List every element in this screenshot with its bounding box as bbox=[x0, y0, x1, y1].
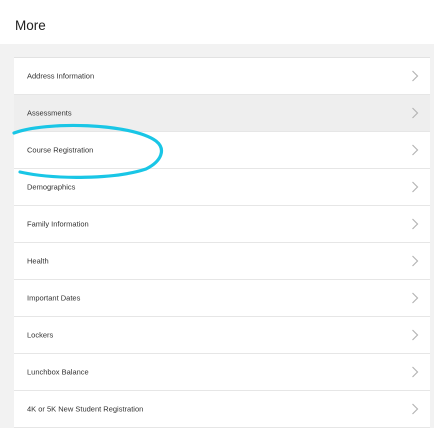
menu-item-label: Lockers bbox=[27, 330, 54, 340]
chevron-right-icon bbox=[411, 144, 419, 156]
menu-item-label: Demographics bbox=[27, 182, 76, 192]
menu-item-lunchbox-balance[interactable]: Lunchbox Balance bbox=[14, 354, 430, 391]
chevron-right-icon bbox=[411, 107, 419, 119]
menu-item-course-registration[interactable]: Course Registration bbox=[14, 132, 430, 169]
menu-item-label: 4K or 5K New Student Registration bbox=[27, 404, 144, 414]
page-title: More bbox=[15, 18, 46, 33]
chevron-right-icon bbox=[411, 255, 419, 267]
chevron-right-icon bbox=[411, 403, 419, 415]
top-bar: More bbox=[0, 0, 434, 44]
chevron-right-icon bbox=[411, 218, 419, 230]
menu-item-health[interactable]: Health bbox=[14, 243, 430, 280]
chevron-right-icon bbox=[411, 292, 419, 304]
chevron-right-icon bbox=[411, 181, 419, 193]
menu-item-lockers[interactable]: Lockers bbox=[14, 317, 430, 354]
menu-item-demographics[interactable]: Demographics bbox=[14, 169, 430, 206]
menu-item-label: Assessments bbox=[27, 108, 72, 118]
chevron-right-icon bbox=[411, 366, 419, 378]
chevron-right-icon bbox=[411, 70, 419, 82]
menu-item-family-information[interactable]: Family Information bbox=[14, 206, 430, 243]
menu-item-assessments[interactable]: Assessments bbox=[14, 95, 430, 132]
menu-item-label: Health bbox=[27, 256, 49, 266]
menu-item-label: Family Information bbox=[27, 219, 89, 229]
menu-item-important-dates[interactable]: Important Dates bbox=[14, 280, 430, 317]
menu-item-label: Course Registration bbox=[27, 145, 94, 155]
menu-item-label: Address Information bbox=[27, 71, 95, 81]
menu-item-address-information[interactable]: Address Information bbox=[14, 58, 430, 95]
menu-item-new-student-registration[interactable]: 4K or 5K New Student Registration bbox=[14, 391, 430, 428]
menu-item-label: Lunchbox Balance bbox=[27, 367, 89, 377]
menu-item-label: Important Dates bbox=[27, 293, 81, 303]
more-menu-list: Address Information Assessments Course R… bbox=[14, 57, 430, 428]
chevron-right-icon bbox=[411, 329, 419, 341]
